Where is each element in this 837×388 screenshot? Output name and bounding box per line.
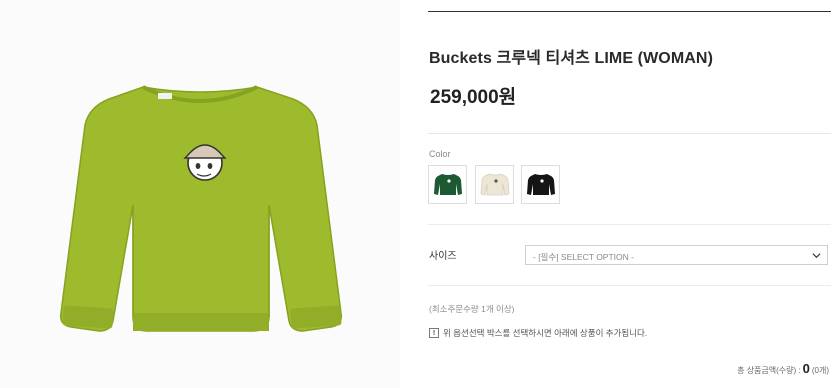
size-select-value: - [필수] SELECT OPTION -	[533, 252, 634, 262]
divider	[428, 285, 831, 286]
product-title: Buckets 크루넥 티셔츠 LIME (WOMAN)	[429, 50, 714, 67]
chevron-down-icon	[812, 253, 821, 259]
total-quantity: (0개)	[811, 366, 829, 375]
option-info-text: 위 옵션선택 박스를 선택하시면 아래에 상품이 추가됩니다.	[443, 328, 648, 338]
size-label: 사이즈	[429, 251, 457, 262]
color-swatch-black[interactable]	[521, 165, 560, 204]
min-order-note: (최소주문수량 1개 이상)	[429, 304, 515, 314]
total-label: 총 상품금액(수량) :	[737, 366, 801, 375]
product-price: 259,000원	[430, 87, 517, 108]
color-swatch-green[interactable]	[428, 165, 467, 204]
divider	[428, 224, 831, 225]
color-swatch-ivory[interactable]	[475, 165, 514, 204]
ivory-sweater-thumbnail	[480, 173, 510, 196]
top-divider	[428, 11, 831, 12]
product-image	[0, 0, 400, 388]
total-price-row: 총 상품금액(수량) : 0 (0개)	[737, 361, 829, 376]
lime-sweater-image	[59, 85, 343, 332]
divider	[428, 133, 831, 134]
black-sweater-thumbnail	[527, 174, 555, 195]
green-sweater-thumbnail	[434, 174, 462, 195]
color-label: Color	[429, 149, 451, 159]
size-select[interactable]: - [필수] SELECT OPTION -	[525, 245, 828, 265]
total-amount: 0	[802, 361, 810, 376]
option-info-row: ! 위 옵션선택 박스를 선택하시면 아래에 상품이 추가됩니다.	[429, 327, 647, 339]
info-icon: !	[429, 328, 439, 338]
